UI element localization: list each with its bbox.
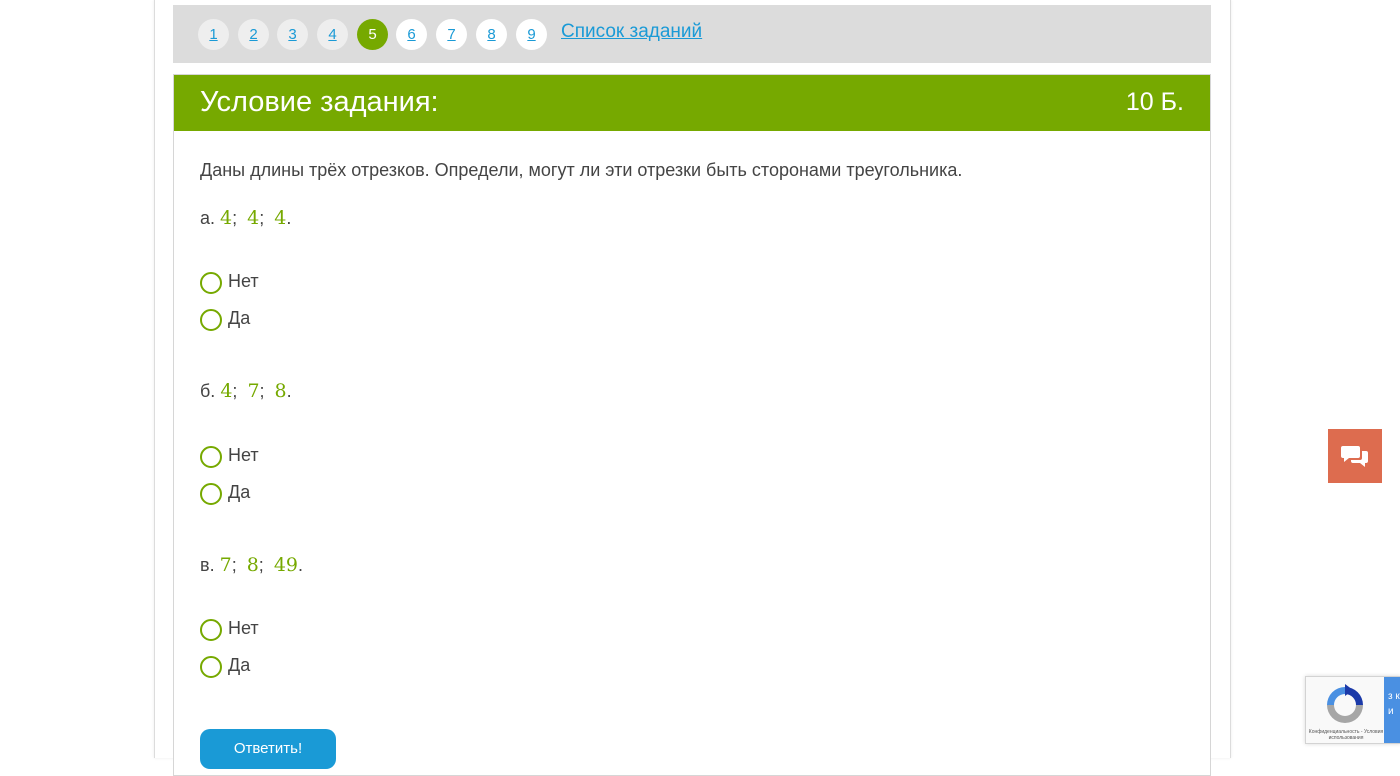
- pager-page-3[interactable]: 3: [277, 19, 308, 50]
- option-label: Нет: [228, 445, 259, 465]
- radio-button[interactable]: [200, 483, 222, 505]
- option-label: Нет: [228, 618, 259, 638]
- subquestion-c: в. 7; 8; 49.: [200, 554, 304, 576]
- radio-button[interactable]: [200, 446, 222, 468]
- task-list-link[interactable]: Список заданий: [561, 21, 702, 43]
- recaptcha-logo-icon: [1327, 684, 1363, 723]
- option-label: Нет: [228, 271, 259, 291]
- chat-bubbles-icon: [1341, 446, 1368, 467]
- radio-button[interactable]: [200, 272, 222, 294]
- pager-page-9[interactable]: 9: [516, 19, 547, 50]
- chat-widget-button[interactable]: [1328, 429, 1382, 483]
- pager-page-6[interactable]: 6: [396, 19, 427, 50]
- submit-answer-button[interactable]: Ответить!: [200, 729, 336, 769]
- pager-page-8[interactable]: 8: [476, 19, 507, 50]
- segment-length: 4: [220, 380, 233, 402]
- subquestion-a: а. 4; 4; 4.: [200, 207, 292, 229]
- subquestion-letter: б.: [200, 381, 216, 401]
- pager-page-4[interactable]: 4: [317, 19, 348, 50]
- task-title: Условие задания:: [200, 86, 439, 118]
- segment-length: 4: [220, 207, 233, 229]
- recaptcha-legal-text[interactable]: Конфиденциальность - Условия использован…: [1308, 729, 1384, 741]
- option-label: Да: [228, 308, 251, 328]
- option-label: Да: [228, 482, 251, 502]
- task-points: 10 Б.: [1125, 88, 1184, 116]
- subquestion-letter: а.: [200, 208, 216, 228]
- segment-length: 49: [273, 554, 298, 576]
- pager-page-1[interactable]: 1: [198, 19, 229, 50]
- pager-page-7[interactable]: 7: [436, 19, 467, 50]
- segment-length: 8: [274, 380, 287, 402]
- task-pager: 1 2 3 4 5 6 7 8 9 Список заданий: [173, 5, 1211, 63]
- task-card: Условие задания: 10 Б. Даны длины трёх о…: [173, 74, 1211, 776]
- subquestion-b: б. 4; 7; 8.: [200, 380, 292, 402]
- segment-length: 4: [274, 207, 287, 229]
- task-statement: Даны длины трёх отрезков. Определи, могу…: [200, 160, 963, 180]
- option-label: Да: [228, 655, 251, 675]
- segment-length: 7: [247, 380, 260, 402]
- radio-button[interactable]: [200, 656, 222, 678]
- radio-button[interactable]: [200, 309, 222, 331]
- recaptcha-badge[interactable]: Конфиденциальность - Условия использован…: [1305, 676, 1400, 744]
- recaptcha-info-panel: з к и: [1384, 677, 1400, 743]
- pager-page-5[interactable]: 5: [357, 19, 388, 50]
- segment-length: 4: [247, 207, 260, 229]
- pager-page-2[interactable]: 2: [238, 19, 269, 50]
- task-header: Условие задания: 10 Б.: [174, 75, 1210, 131]
- radio-button[interactable]: [200, 619, 222, 641]
- segment-length: 8: [246, 554, 259, 576]
- segment-length: 7: [219, 554, 232, 576]
- subquestion-letter: в.: [200, 555, 215, 575]
